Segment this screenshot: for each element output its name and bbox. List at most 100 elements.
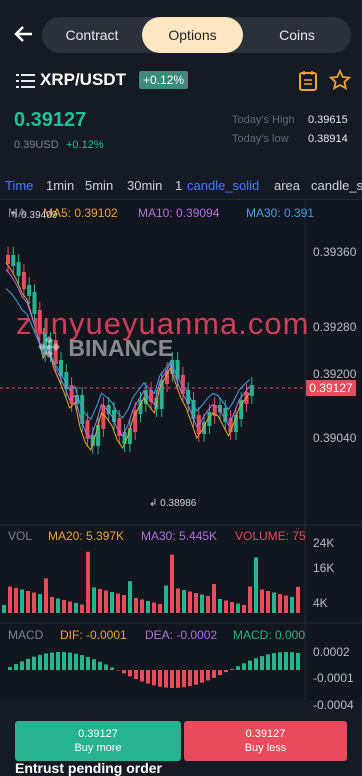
sell-label: Buy less: [184, 741, 347, 755]
macd-bar: [32, 657, 36, 670]
volume-bar: [74, 603, 78, 613]
macd-bar: [182, 670, 186, 687]
macd-bar: [98, 662, 102, 670]
tab-candle-s[interactable]: candle_s: [311, 178, 362, 193]
last-price: 0.39127: [14, 109, 86, 132]
timeframe-tabs: Time 1min 5min 30min 1 candle_solid area…: [0, 170, 362, 200]
market-type-switch: Contract Options Coins: [42, 17, 351, 53]
tab-options[interactable]: Options: [142, 17, 243, 53]
buy-more-button[interactable]: 0.39127 Buy more: [15, 721, 181, 761]
volume-bar: [146, 601, 150, 613]
macd-bar: [164, 670, 168, 688]
star-icon[interactable]: [329, 69, 349, 91]
vol-ma20: MA20: 5.397K: [48, 529, 124, 543]
volume-bar: [62, 600, 66, 613]
macd-bar: [194, 670, 198, 685]
volume-bar: [56, 599, 60, 614]
macd-bar: [68, 653, 72, 670]
macd-bar: [200, 670, 204, 683]
vol-axis-label: 24K: [313, 536, 334, 550]
tab-coins[interactable]: Coins: [243, 17, 351, 53]
macd-bar: [74, 654, 78, 670]
volume-bar: [128, 581, 132, 613]
volume-bar: [206, 596, 210, 613]
macd-bar: [176, 670, 180, 688]
binance-diamond-icon: [36, 334, 62, 360]
chart-area[interactable]: [0, 200, 362, 700]
volume-bar: [272, 593, 276, 614]
macd-bar: [104, 665, 108, 670]
macd-label: MACD: [8, 628, 43, 642]
candlestick-chart[interactable]: [0, 200, 362, 700]
macd-bar: [266, 654, 270, 670]
macd-bar: [86, 657, 90, 670]
low-label: Today's low: [232, 133, 289, 145]
volume-bar: [248, 587, 252, 614]
back-arrow-icon[interactable]: [12, 22, 38, 48]
volume-bar: [266, 591, 270, 613]
volume-bar: [188, 592, 192, 614]
price-axis-label: 0.39280: [313, 320, 356, 334]
top-nav: Contract Options Coins: [0, 0, 362, 68]
candle-body: [11, 255, 15, 266]
tab-candle-solid[interactable]: candle_solid: [187, 178, 259, 193]
tab-1min[interactable]: 1min: [46, 178, 74, 193]
volume-bar: [2, 605, 6, 613]
macd-value: MACD: 0.000: [233, 628, 305, 642]
ma30-value: MA30: 0.391: [246, 206, 314, 220]
macd-dif: DIF: -0.0001: [60, 628, 127, 642]
candle-body: [27, 285, 31, 296]
volume-bar: [176, 589, 180, 614]
notepad-icon[interactable]: [298, 70, 318, 92]
volume-bar: [152, 603, 156, 614]
tab-1[interactable]: 1: [175, 178, 182, 193]
macd-bar: [50, 653, 54, 670]
list-icon[interactable]: [16, 72, 36, 90]
high-annotation-value: 0.39409: [21, 210, 57, 221]
sell-price: 0.39127: [184, 727, 347, 741]
tab-area[interactable]: area: [274, 178, 300, 193]
volume-bar: [296, 587, 300, 613]
candle-body: [101, 405, 105, 429]
vol-label: VOL: [8, 529, 32, 543]
volume-bar: [158, 604, 162, 613]
volume-bar: [122, 595, 126, 613]
entrust-pending-order-heading[interactable]: Entrust pending order: [15, 760, 162, 776]
macd-bar: [284, 652, 288, 670]
candle-body: [96, 425, 100, 446]
tab-30min[interactable]: 30min: [127, 178, 162, 193]
macd-dea: DEA: -0.0002: [145, 628, 217, 642]
candle-body: [6, 255, 10, 264]
price-axis-label: 0.39200: [313, 367, 356, 381]
buy-label: Buy more: [15, 741, 181, 755]
volume-bar: [110, 592, 114, 613]
volume-bar: [140, 600, 144, 614]
pair-symbol[interactable]: XRP/USDT: [40, 70, 126, 90]
macd-bar: [56, 652, 60, 670]
macd-bar: [212, 670, 216, 678]
macd-axis-label: -0.0004: [313, 698, 354, 712]
volume-bar: [212, 584, 216, 613]
volume-bar: [230, 602, 234, 613]
current-price-tag: 0.39127: [306, 380, 356, 396]
ma-legend: MA MA5: 0.39102 MA10: 0.39094 MA30: 0.39…: [8, 206, 362, 222]
volume-bar: [44, 578, 48, 613]
tab-5min[interactable]: 5min: [85, 178, 113, 193]
macd-bar: [44, 653, 48, 670]
volume-bar: [218, 599, 222, 613]
volume-bar: [182, 590, 186, 613]
volume-bar: [104, 591, 108, 614]
macd-bar: [224, 670, 228, 672]
tab-time[interactable]: Time: [5, 178, 33, 193]
candle-body: [22, 272, 26, 289]
macd-bar: [230, 669, 234, 670]
volume-bar: [32, 593, 36, 614]
change-badge: +0.12%: [139, 71, 188, 89]
buy-less-button[interactable]: 0.39127 Buy less: [184, 721, 347, 761]
macd-bar: [260, 656, 264, 670]
macd-bar: [218, 670, 222, 675]
tab-contract[interactable]: Contract: [42, 17, 142, 53]
macd-bar: [38, 655, 42, 670]
macd-bar: [254, 658, 258, 670]
macd-bar: [158, 670, 162, 687]
